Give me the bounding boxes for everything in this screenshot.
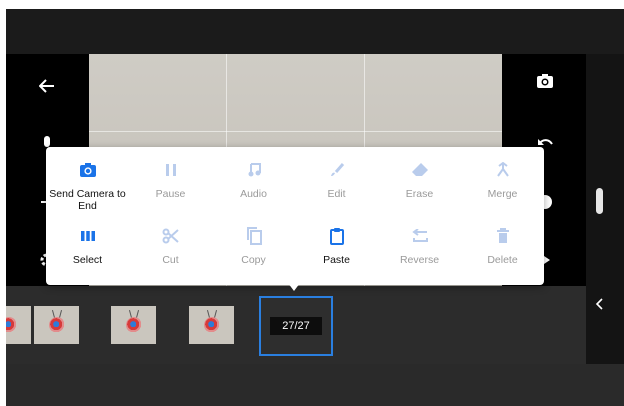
menu-item-label: Cut xyxy=(162,254,179,266)
merge-button[interactable]: Merge xyxy=(461,159,544,219)
select-button[interactable]: Select xyxy=(46,225,129,285)
frame-thumbnail[interactable] xyxy=(111,306,156,344)
menu-pointer xyxy=(288,283,300,291)
scrollbar-thumb[interactable] xyxy=(596,188,603,214)
menu-item-label: Merge xyxy=(487,188,518,200)
menu-row: Select Cut Copy Paste Reverse Delete xyxy=(46,225,544,285)
menu-item-label: Audio xyxy=(240,188,267,200)
camera-icon[interactable] xyxy=(532,68,558,94)
menu-item-label: Delete xyxy=(487,254,518,266)
frame-timeline[interactable]: 27/27 xyxy=(6,286,586,364)
erase-button[interactable]: Erase xyxy=(378,159,461,219)
menu-item-label: Paste xyxy=(323,254,350,266)
current-frame-slot[interactable]: 27/27 xyxy=(259,296,333,356)
copy-icon xyxy=(243,225,265,247)
chevron-left-icon[interactable] xyxy=(595,297,605,311)
right-rail xyxy=(586,54,624,364)
copy-button[interactable]: Copy xyxy=(212,225,295,285)
pause-button[interactable]: Pause xyxy=(129,159,212,219)
paste-button[interactable]: Paste xyxy=(295,225,378,285)
top-bar xyxy=(6,9,624,54)
eraser-icon xyxy=(409,159,431,181)
camera-icon xyxy=(77,159,99,181)
scissors-icon xyxy=(160,225,182,247)
frame-thumbnail[interactable] xyxy=(6,306,31,344)
select-frames-icon xyxy=(77,225,99,247)
reverse-button[interactable]: Reverse xyxy=(378,225,461,285)
frame-thumbnail[interactable] xyxy=(34,306,79,344)
send-camera-to-end-button[interactable]: Send Camera to End xyxy=(46,159,129,219)
brush-icon xyxy=(326,159,348,181)
menu-item-label: Reverse xyxy=(399,254,440,266)
frame-action-menu: Send Camera to End Pause Audio Edit Eras… xyxy=(46,147,544,285)
frame-counter: 27/27 xyxy=(270,317,322,335)
reverse-icon xyxy=(409,225,431,247)
menu-item-label: Send Camera to End xyxy=(49,188,126,212)
menu-item-label: Copy xyxy=(241,254,266,266)
menu-item-label: Edit xyxy=(327,188,346,200)
delete-button[interactable]: Delete xyxy=(461,225,544,285)
menu-item-label: Select xyxy=(72,254,103,266)
bottom-bar xyxy=(6,364,624,406)
menu-row: Send Camera to End Pause Audio Edit Eras… xyxy=(46,159,544,219)
audio-button[interactable]: Audio xyxy=(212,159,295,219)
menu-item-label: Pause xyxy=(155,188,186,200)
pause-icon xyxy=(160,159,182,181)
music-note-icon xyxy=(243,159,265,181)
frame-thumbnail[interactable] xyxy=(189,306,234,344)
clipboard-icon xyxy=(326,225,348,247)
grid-line xyxy=(89,131,502,132)
back-arrow-icon[interactable] xyxy=(34,73,60,99)
trash-icon xyxy=(492,225,514,247)
merge-icon xyxy=(492,159,514,181)
menu-item-label: Erase xyxy=(405,188,434,200)
edit-button[interactable]: Edit xyxy=(295,159,378,219)
cut-button[interactable]: Cut xyxy=(129,225,212,285)
